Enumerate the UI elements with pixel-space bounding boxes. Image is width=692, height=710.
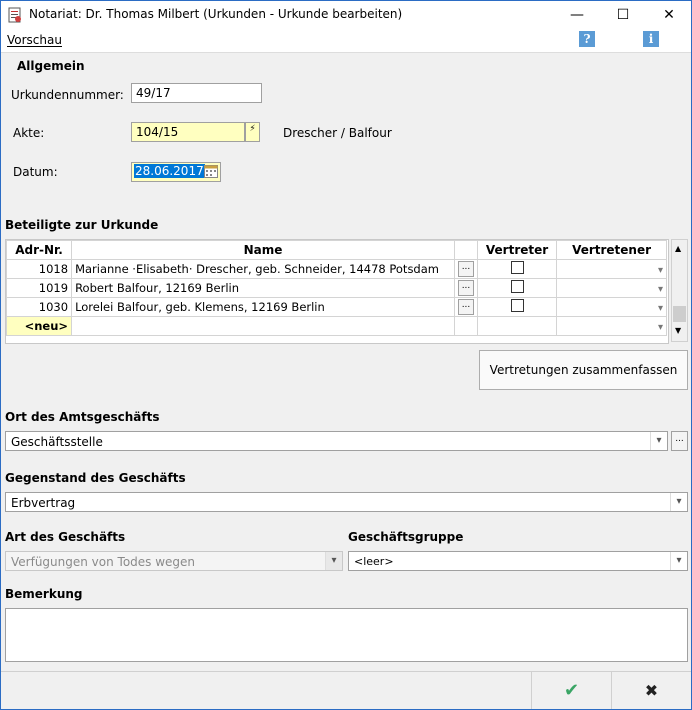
representative-checkbox[interactable]: [510, 280, 524, 293]
menu-bar: Vorschau ? i: [1, 30, 691, 53]
file-field[interactable]: 104/15: [131, 122, 245, 142]
window-title: Notariat: Dr. Thomas Milbert (Urkunden -…: [29, 7, 403, 21]
app-icon: [8, 7, 22, 23]
kind-heading: Art des Geschäfts: [5, 530, 126, 544]
representative-checkbox[interactable]: [510, 299, 524, 312]
grid-scrollbar[interactable]: ▲ ▼: [671, 239, 688, 342]
remark-heading: Bemerkung: [5, 587, 83, 601]
scroll-down-icon[interactable]: ▼: [675, 326, 681, 335]
date-label: Datum:: [13, 165, 58, 179]
name-cell-empty[interactable]: [71, 316, 455, 336]
adr-cell[interactable]: 1019: [5, 278, 73, 298]
chevron-down-icon[interactable]: ▾: [658, 265, 663, 276]
kind-value: Verfügungen von Todes wegen: [11, 555, 196, 569]
calendar-icon[interactable]: [204, 165, 218, 178]
empty-cell: [453, 316, 478, 336]
general-heading: Allgemein: [17, 59, 85, 73]
participants-grid: Adr-Nr. Name Vertreter Vertretener 1018 …: [5, 239, 669, 344]
table-row-new[interactable]: <neu> ▾: [5, 316, 667, 336]
ok-button[interactable]: ✔: [532, 672, 611, 709]
group-value: <leer>: [354, 555, 394, 568]
ellipsis-button[interactable]: ...: [457, 299, 474, 315]
table-row[interactable]: 1030 Lorelei Balfour, geb. Klemens, 1216…: [5, 297, 667, 317]
help-icon[interactable]: ?: [579, 31, 595, 47]
window: Notariat: Dr. Thomas Milbert (Urkunden -…: [0, 0, 692, 710]
representative-checkbox[interactable]: [510, 261, 524, 274]
name-cell[interactable]: Marianne ·Elisabeth· Drescher, geb. Schn…: [71, 259, 455, 279]
chevron-down-icon[interactable]: ▾: [650, 432, 667, 450]
menu-item-preview[interactable]: Vorschau: [7, 33, 62, 47]
kind-select: Verfügungen von Todes wegen ▾: [5, 551, 343, 571]
cancel-button[interactable]: ✖: [612, 672, 691, 709]
deed-number-field[interactable]: 49/17: [131, 83, 262, 103]
deed-number-label: Urkundennummer:: [11, 88, 124, 102]
chevron-down-icon[interactable]: ▾: [658, 322, 663, 333]
file-label: Akte:: [13, 126, 45, 140]
column-header-name[interactable]: Name: [71, 240, 455, 260]
chevron-down-icon[interactable]: ▾: [670, 493, 687, 511]
info-icon[interactable]: i: [643, 31, 659, 47]
check-icon: ✔: [563, 680, 580, 701]
close-icon: ✖: [644, 681, 659, 700]
subject-select[interactable]: Erbvertrag ▾: [5, 492, 688, 512]
date-value: 28.06.2017: [134, 164, 205, 178]
ellipsis-button[interactable]: ...: [457, 261, 474, 277]
merge-representations-button[interactable]: Vertretungen zusammenfassen: [479, 350, 688, 390]
name-cell[interactable]: Robert Balfour, 12169 Berlin: [71, 278, 455, 298]
adr-cell[interactable]: 1018: [5, 259, 73, 279]
chevron-down-icon: ▾: [325, 552, 342, 570]
column-header-spacer: [453, 240, 478, 260]
adr-cell[interactable]: 1030: [5, 297, 73, 317]
table-row[interactable]: 1019 Robert Balfour, 12169 Berlin ... ▾: [5, 278, 667, 298]
minimize-button[interactable]: —: [554, 1, 600, 30]
close-button[interactable]: ✕: [646, 1, 692, 30]
group-select[interactable]: <leer> ▾: [348, 551, 688, 571]
column-header-adr[interactable]: Adr-Nr.: [5, 240, 73, 260]
chevron-down-icon[interactable]: ▾: [658, 284, 663, 295]
group-heading: Geschäftsgruppe: [348, 530, 464, 544]
participants-heading: Beteiligte zur Urkunde: [5, 218, 159, 232]
file-name-text: Drescher / Balfour: [283, 126, 392, 140]
scroll-up-icon[interactable]: ▲: [675, 244, 681, 253]
chevron-down-icon[interactable]: ▾: [658, 303, 663, 314]
empty-cell: [476, 316, 558, 336]
remark-textarea[interactable]: [5, 608, 688, 662]
location-select[interactable]: Geschäftsstelle ▾: [5, 431, 668, 451]
column-header-represented[interactable]: Vertretener: [556, 240, 667, 260]
file-lookup-pin-icon[interactable]: ⚡: [245, 122, 260, 142]
name-cell[interactable]: Lorelei Balfour, geb. Klemens, 12169 Ber…: [71, 297, 455, 317]
location-heading: Ort des Amtsgeschäfts: [5, 410, 160, 424]
subject-value: Erbvertrag: [11, 496, 76, 510]
maximize-button[interactable]: ☐: [600, 1, 646, 30]
location-ellipsis-button[interactable]: ...: [671, 431, 688, 451]
chevron-down-icon[interactable]: ▾: [670, 552, 687, 570]
table-row[interactable]: 1018 Marianne ·Elisabeth· Drescher, geb.…: [5, 259, 667, 279]
new-row-cell[interactable]: <neu>: [5, 316, 73, 336]
title-bar: Notariat: Dr. Thomas Milbert (Urkunden -…: [1, 1, 691, 30]
column-header-representative[interactable]: Vertreter: [476, 240, 558, 260]
subject-heading: Gegenstand des Geschäfts: [5, 471, 186, 485]
ellipsis-button[interactable]: ...: [457, 280, 474, 296]
location-value: Geschäftsstelle: [11, 435, 103, 449]
scroll-thumb[interactable]: [673, 306, 686, 322]
